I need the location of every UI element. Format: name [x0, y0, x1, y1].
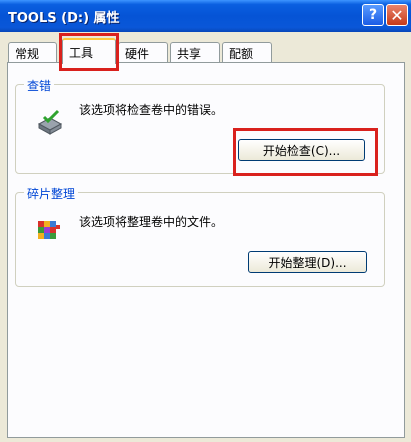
- window-title: TOOLS (D:) 属性: [8, 11, 120, 26]
- tab-label: 共享: [177, 47, 202, 61]
- tab-label: 配额: [229, 47, 254, 61]
- error-check-group-label: 查错: [24, 77, 55, 94]
- tab-sharing[interactable]: 共享: [170, 42, 220, 62]
- disk-check-icon: [37, 109, 63, 135]
- button-highlight-box: [233, 128, 378, 176]
- title-bar: TOOLS (D:) 属性 ? ✕: [0, 0, 411, 32]
- start-defrag-button[interactable]: 开始整理(D)...: [248, 251, 367, 273]
- error-check-description: 该选项将检查卷中的错误。: [79, 103, 224, 117]
- tab-highlight-box: [59, 33, 119, 71]
- help-button[interactable]: ?: [362, 4, 384, 26]
- help-icon: ?: [368, 7, 378, 23]
- tab-label: 常规: [15, 47, 40, 61]
- tab-quota[interactable]: 配额: [222, 42, 272, 62]
- close-button[interactable]: ✕: [386, 4, 408, 26]
- close-icon: ✕: [390, 5, 404, 25]
- start-defrag-label: 开始整理(D)...: [268, 255, 347, 270]
- defrag-group: 碎片整理 该选项将整理卷中的文件。 开始整理(D)...: [15, 185, 385, 287]
- tab-hardware[interactable]: 硬件: [118, 42, 168, 62]
- defrag-group-label: 碎片整理: [24, 185, 79, 202]
- defrag-description: 该选项将整理卷中的文件。: [79, 215, 224, 229]
- tab-label: 硬件: [125, 47, 150, 61]
- defrag-icon: [38, 221, 60, 239]
- tab-general[interactable]: 常规: [8, 42, 57, 62]
